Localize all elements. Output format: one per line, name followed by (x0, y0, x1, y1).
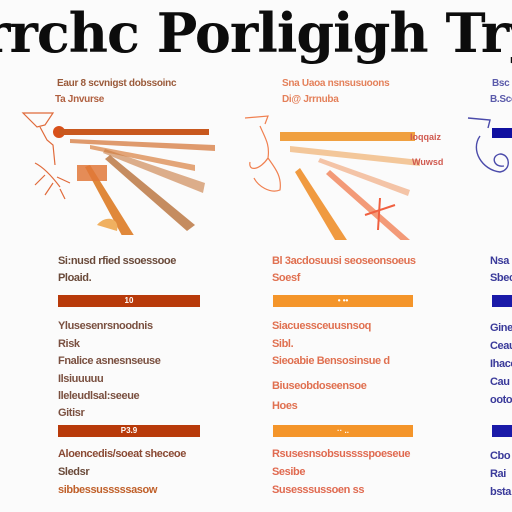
column-2-block-1-line-2: Soesf (272, 272, 300, 284)
page-title: rrchc Porligigh Try (0, 1, 512, 65)
column-1-block-2-line-3: Fnalice asnesnseuse (58, 355, 161, 367)
arm-bar-1 (59, 129, 209, 135)
column-1-header-line-1: Eaur 8 scvnigst dobssoinc (57, 78, 177, 89)
arm-bar-2 (290, 146, 420, 166)
column-3-block-2-line-3: Ihaco (490, 358, 512, 370)
column-3-block-4-line-3: bsta (490, 486, 512, 498)
swirl-icon (467, 117, 509, 173)
column-2-block-4-line-1: Rsusesnsobsusssspoeseue (272, 448, 411, 460)
arm-bar-4 (103, 149, 205, 193)
column-3-illustration (467, 117, 512, 173)
column-2-block-1-line-1: Bl 3acdosuusi seoseonsoeus (272, 255, 416, 267)
column-3-header-line-1: Bsc (492, 78, 510, 89)
column-1-block-1-line-1: Si:nusd rfied ssoessooe (58, 255, 176, 267)
column-2-block-2-line-1: Siacuessceuusnsoq (272, 320, 371, 332)
column-1-block-3-line-2: Gitisr (58, 407, 85, 419)
column-3-bar-1 (492, 295, 512, 307)
column-2-block-4-line-3: Susesssussoen ss (272, 484, 365, 496)
column-1-bar-2: P3.9 (58, 425, 200, 437)
column-2-block-2-line-3: Sieoabie Bensosinsue d (272, 355, 390, 367)
column-2-header-line-2: Di@ Jrrnuba (282, 94, 339, 105)
column-2-block-3-line-2: Hoes (272, 400, 298, 412)
arm-bar-1 (492, 128, 512, 138)
column-2-block-2-line-2: Sibl. (272, 338, 294, 350)
column-3-block-2-line-4: Cau (490, 376, 510, 388)
column-2-header-line-1: Sna Uaoa nsnsusuoons (282, 78, 390, 89)
column-1-block-1-line-2: Ploaid. (58, 272, 92, 284)
column-3-block-2-line-5: ooto (490, 394, 512, 406)
column-1-block-2-line-4: Ilsiuuuuu (58, 373, 104, 385)
column-3-block-2-line-1: Gine (490, 322, 512, 334)
column-2-bar-1: • •• (273, 295, 413, 307)
column-1-block-4-line-3: sibbessusssssasow (58, 484, 157, 496)
column-2-bar-2: ·· .. (273, 425, 413, 437)
column-3-block-2-line-2: Ceau (490, 340, 512, 352)
column-3-block-4-line-2: Rai (490, 468, 506, 480)
column-1-block-3-line-1: lleleudlsal:seeue (58, 390, 140, 402)
column-1-header-line-2: Ta Jnvurse (55, 94, 105, 105)
arm-bar-4 (295, 168, 347, 240)
leaf-icon (97, 218, 118, 231)
arm-label-2: Wuwsd (412, 157, 443, 167)
column-3-header-line-2: B.Sco (490, 94, 512, 105)
column-3-block-1-line-1: Nsa (490, 255, 509, 267)
column-3-block-1-line-2: Sbec (490, 272, 512, 284)
column-1-block-4-line-1: Aloencedis/soeat sheceoe (58, 448, 186, 460)
column-2-block-4-line-2: Sesibe (272, 466, 306, 478)
column-1-bar-1: 10 (58, 295, 200, 307)
column-1-block-2-line-1: Ylusesenrsnoodnis (58, 320, 153, 332)
column-3-block-4-line-1: Cbo (490, 450, 511, 462)
box-icon (77, 165, 107, 181)
column-2-illustration: Ioqqaiz Wuwsd (244, 115, 443, 240)
column-1-block-2-line-2: Risk (58, 338, 80, 350)
arm-label-1: Ioqqaiz (410, 132, 441, 142)
hand-icon (244, 115, 281, 192)
column-3-bar-2 (492, 425, 512, 437)
column-2-block-3-line-1: Biuseobdoseensoe (272, 380, 367, 392)
arm-bar-1 (280, 132, 415, 141)
column-1-illustration (21, 112, 215, 235)
column-1-block-4-line-2: Sledsr (58, 466, 90, 478)
flower-icon (21, 112, 71, 200)
